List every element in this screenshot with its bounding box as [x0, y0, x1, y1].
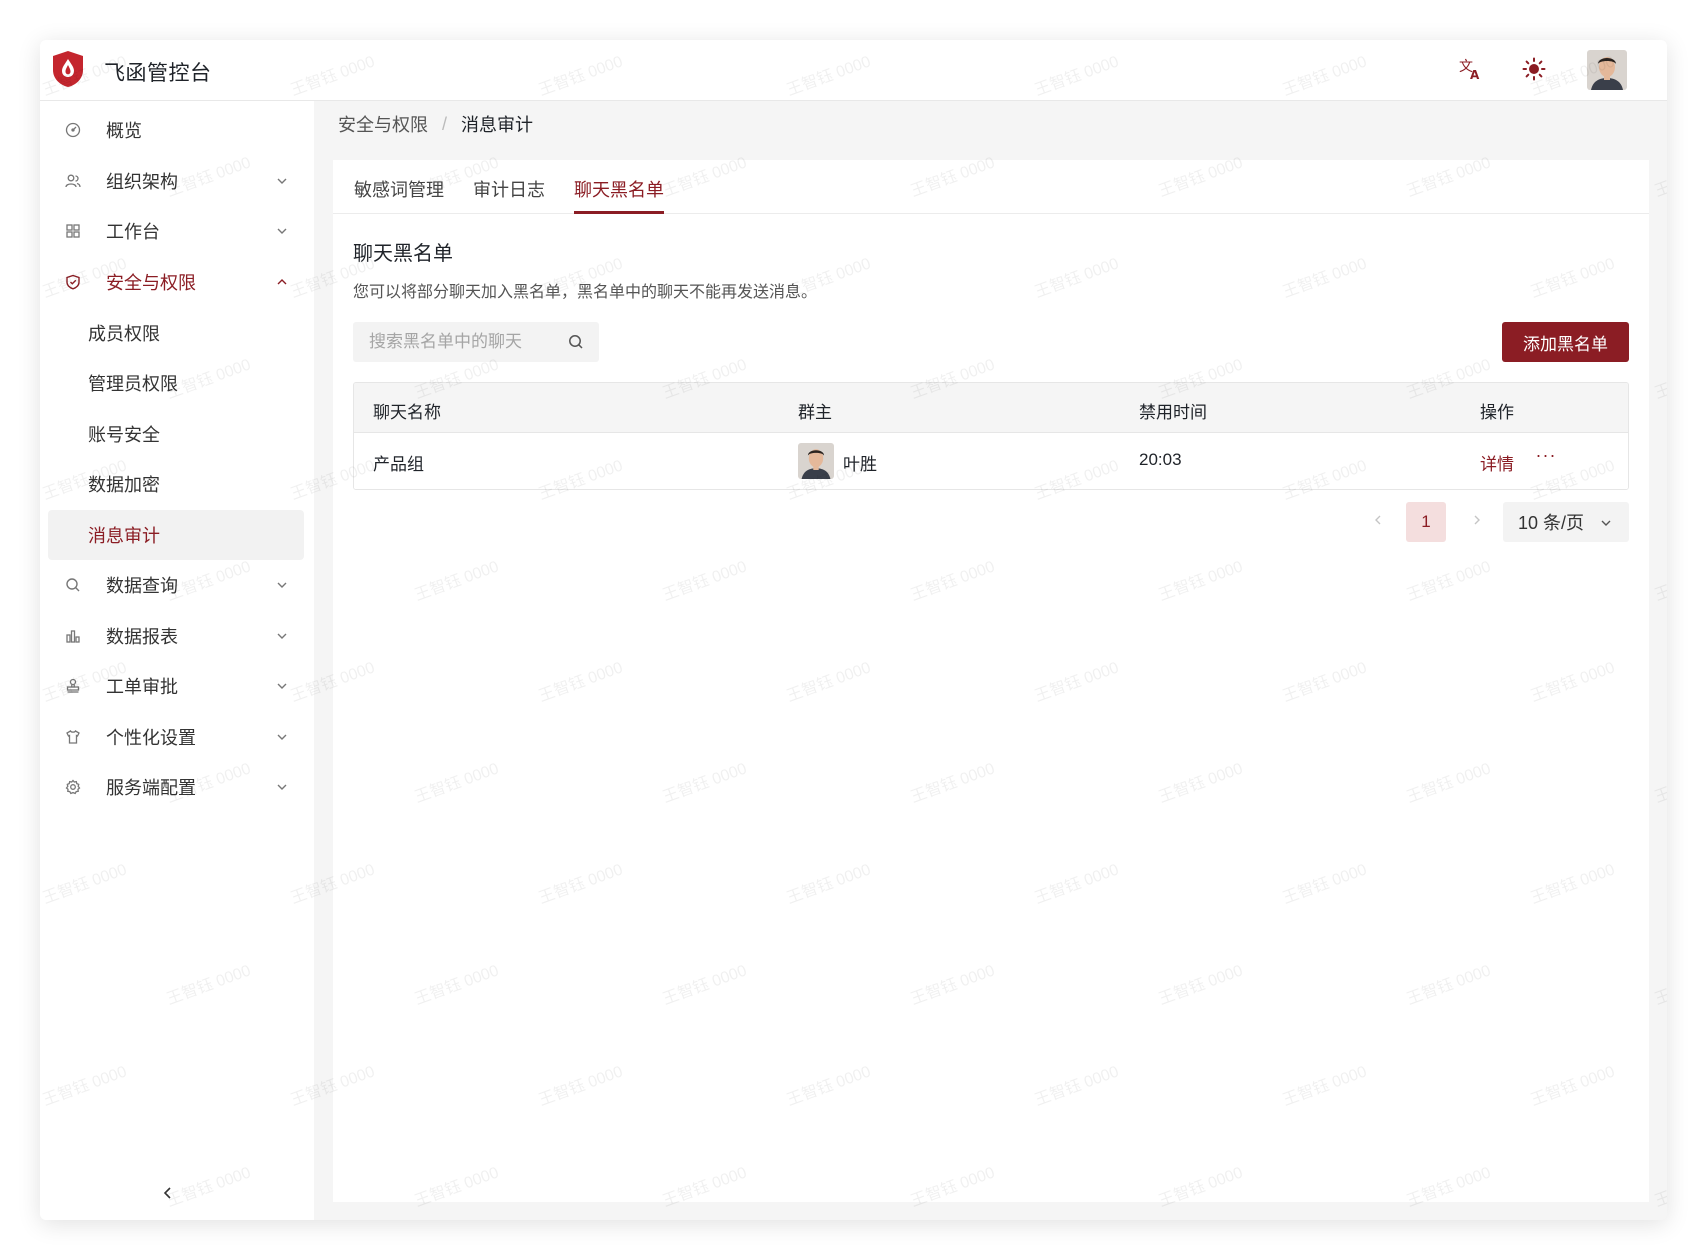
column-header-ban-time: 禁用时间: [1139, 403, 1207, 422]
shirt-icon: [64, 728, 82, 746]
app-logo-icon: [52, 50, 84, 88]
chevron-down-icon: [274, 577, 290, 593]
page-number-button[interactable]: 1: [1406, 502, 1446, 542]
sidebar-subitem-account-security[interactable]: 账号安全: [48, 409, 304, 459]
theme-toggle-button[interactable]: [1516, 53, 1552, 89]
breadcrumb-parent[interactable]: 安全与权限: [338, 111, 428, 137]
chevron-right-icon: [1471, 513, 1483, 531]
sidebar-item-server-config[interactable]: 服务端配置: [48, 762, 304, 812]
dashboard-icon: [64, 121, 82, 139]
chevron-down-icon: [274, 729, 290, 745]
sidebar-item-overview[interactable]: 概览: [48, 105, 304, 155]
chevron-down-icon: [274, 173, 290, 189]
add-blacklist-button[interactable]: 添加黑名单: [1502, 322, 1629, 362]
section-title: 聊天黑名单: [353, 243, 453, 265]
shield-icon: [64, 273, 82, 291]
table-header: 聊天名称 群主 禁用时间 操作: [354, 383, 1628, 433]
next-page-button[interactable]: [1465, 510, 1489, 534]
gear-icon: [64, 778, 82, 796]
chevron-up-icon: [274, 274, 290, 290]
ban-time-cell: 20:03: [1139, 450, 1182, 469]
language-button[interactable]: 文 A: [1452, 53, 1488, 89]
search-icon[interactable]: [567, 333, 585, 351]
translate-icon: 文 A: [1458, 57, 1482, 86]
breadcrumb-separator: /: [442, 113, 448, 134]
sidebar-item-personalization[interactable]: 个性化设置: [48, 712, 304, 762]
owner-name-cell: 叶胜: [843, 455, 877, 474]
more-actions-button[interactable]: ···: [1534, 445, 1558, 475]
chevron-left-icon: [1372, 513, 1384, 531]
svg-text:A: A: [1470, 68, 1480, 81]
user-avatar[interactable]: [1587, 50, 1627, 90]
chevron-down-icon: [274, 223, 290, 239]
tab-sensitive-words[interactable]: 敏感词管理: [354, 176, 444, 214]
top-header: 飞函管控台 文 A: [40, 40, 1667, 101]
watermark-text: 王智钰 0000: [1652, 760, 1667, 807]
chevron-down-icon: [274, 779, 290, 795]
table-row: 产品组 叶胜 20:03 详情 ···: [354, 433, 1628, 489]
watermark-text: 王智钰 0000: [1652, 154, 1667, 201]
chevron-down-icon: [274, 678, 290, 694]
breadcrumb: 安全与权限 / 消息审计: [338, 112, 533, 136]
watermark-text: 王智钰 0000: [1652, 962, 1667, 1009]
sidebar-item-data-query[interactable]: 数据查询: [48, 560, 304, 610]
sidebar-subitem-member-permissions[interactable]: 成员权限: [48, 308, 304, 358]
content-card: 敏感词管理 审计日志 聊天黑名单 聊天黑名单 您可以将部分聊天加入黑名单，黑名单…: [333, 160, 1649, 1202]
watermark-text: 王智钰 0000: [1652, 356, 1667, 403]
tab-bar: 敏感词管理 审计日志 聊天黑名单: [333, 160, 1649, 214]
watermark-text: 王智钰 0000: [1652, 558, 1667, 605]
sidebar-collapse-button[interactable]: [157, 1184, 179, 1206]
search-input[interactable]: [369, 332, 559, 352]
sidebar-item-ticket-approval[interactable]: 工单审批: [48, 661, 304, 711]
stamp-icon: [64, 677, 82, 695]
pagination: 1 10 条/页: [333, 502, 1629, 542]
sidebar: 概览 组织架构 工作台 安全与权限 成员权限 管理员权限 账号安全 数据加密 消…: [40, 101, 314, 1220]
owner-avatar: [798, 443, 834, 479]
sidebar-item-workbench[interactable]: 工作台: [48, 206, 304, 256]
sidebar-item-security[interactable]: 安全与权限: [48, 257, 304, 307]
sidebar-subitem-message-audit[interactable]: 消息审计: [48, 510, 304, 560]
sidebar-subitem-admin-permissions[interactable]: 管理员权限: [48, 358, 304, 408]
column-header-owner: 群主: [798, 403, 832, 422]
users-icon: [64, 172, 82, 190]
column-header-actions: 操作: [1480, 403, 1514, 422]
watermark-text: 王智钰 0000: [1652, 1164, 1667, 1211]
chevron-left-icon: [161, 1186, 175, 1205]
prev-page-button[interactable]: [1366, 510, 1390, 534]
app-window: 飞函管控台 文 A 概览 组织架构 工作台 安全与权限 成员权限 管理员权限 账…: [40, 40, 1667, 1220]
page-size-label: 10 条/页: [1518, 513, 1585, 533]
tab-chat-blacklist[interactable]: 聊天黑名单: [574, 176, 664, 214]
breadcrumb-current: 消息审计: [461, 115, 534, 135]
blacklist-table: 聊天名称 群主 禁用时间 操作 产品组 叶胜 20:03 详情 ···: [353, 382, 1629, 490]
chat-name-cell: 产品组: [373, 455, 424, 474]
sun-icon: [1522, 57, 1546, 86]
chevron-down-icon: [274, 628, 290, 644]
search-icon: [64, 576, 82, 594]
tab-audit-log[interactable]: 审计日志: [473, 176, 545, 214]
search-box: [353, 322, 599, 362]
sidebar-subitem-data-encryption[interactable]: 数据加密: [48, 459, 304, 509]
app-title: 飞函管控台: [104, 62, 212, 85]
page-size-select[interactable]: 10 条/页: [1503, 502, 1629, 542]
column-header-chat-name: 聊天名称: [373, 403, 441, 422]
sidebar-item-organization[interactable]: 组织架构: [48, 156, 304, 206]
sidebar-item-data-reports[interactable]: 数据报表: [48, 611, 304, 661]
chevron-down-icon: [1599, 514, 1615, 530]
bar-chart-icon: [64, 627, 82, 645]
section-description: 您可以将部分聊天加入黑名单，黑名单中的聊天不能再发送消息。: [353, 284, 818, 301]
detail-link[interactable]: 详情: [1480, 450, 1514, 475]
grid-icon: [64, 222, 82, 240]
